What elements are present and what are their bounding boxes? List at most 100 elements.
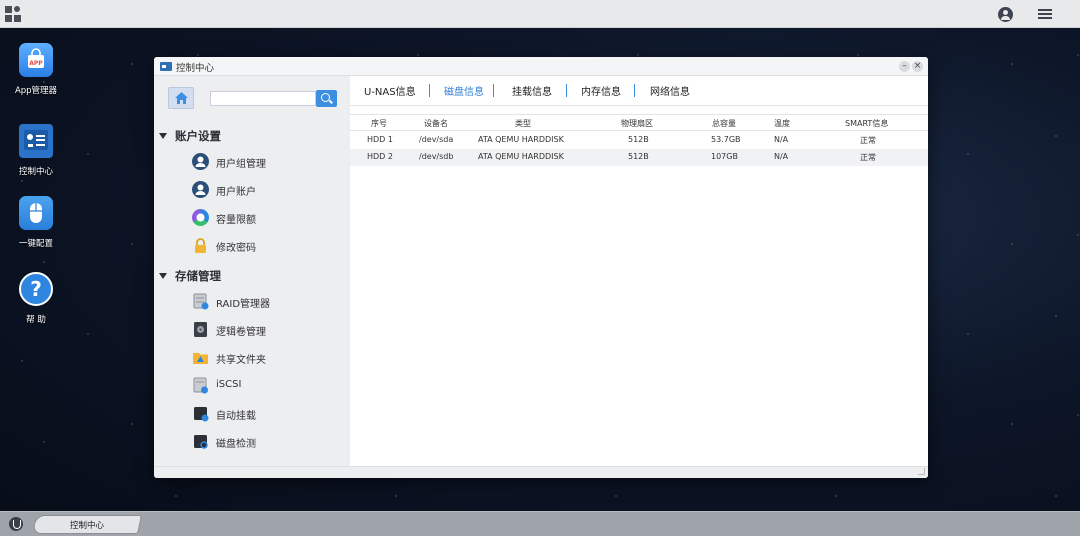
volume-icon <box>192 321 209 338</box>
table-cell: HDD 2 <box>367 152 393 161</box>
tab-divider <box>493 84 494 97</box>
chevron-down-icon <box>159 273 167 279</box>
table-cell: 53.7GB <box>711 135 741 144</box>
iscsi-icon <box>192 377 209 394</box>
tab-bar: U-NAS信息 磁盘信息 挂载信息 内存信息 网络信息 <box>350 76 928 106</box>
table-cell: N/A <box>774 135 789 144</box>
resize-handle[interactable] <box>918 468 925 475</box>
table-row[interactable]: HDD 2 /dev/sdb ATA QEMU HARDDISK 512B 10… <box>350 149 928 166</box>
sidebar-item-shared-folder[interactable]: 共享文件夹 <box>192 347 342 369</box>
column-header[interactable]: 序号 <box>371 118 387 129</box>
table-cell: 512B <box>628 152 649 161</box>
control-center-window: 控制中心 – × 账户设置 用户组管理 用户账户 容量限额 修改密码 存储管理 … <box>154 57 928 478</box>
table-cell: N/A <box>774 152 789 161</box>
tab-disk-info[interactable]: 磁盘信息 <box>444 83 484 98</box>
tab-divider <box>634 84 635 97</box>
table-header: 序号 设备名 类型 物理扇区 总容量 温度 SMART信息 <box>350 114 928 131</box>
svg-text:?: ? <box>30 277 42 301</box>
column-header[interactable]: 设备名 <box>424 118 448 129</box>
search-button[interactable] <box>316 90 337 107</box>
table-cell: /dev/sdb <box>419 152 454 161</box>
sidebar-item-label: 用户组管理 <box>216 159 266 170</box>
tab-network-info[interactable]: 网络信息 <box>650 83 690 98</box>
column-header[interactable]: SMART信息 <box>845 118 888 129</box>
app-store-icon: APP <box>19 43 53 77</box>
control-panel-icon <box>160 62 172 71</box>
desktop-icon-control-center[interactable]: 控制中心 <box>0 124 72 177</box>
table-row[interactable]: HDD 1 /dev/sda ATA QEMU HARDDISK 512B 53… <box>350 132 928 149</box>
sidebar-item-label: 磁盘检测 <box>216 439 256 450</box>
user-account-icon <box>192 181 209 198</box>
raid-icon <box>192 293 209 310</box>
svg-text:APP: APP <box>29 60 43 67</box>
column-header[interactable]: 总容量 <box>712 118 736 129</box>
table-cell: HDD 1 <box>367 135 393 144</box>
sidebar-item-label: 共享文件夹 <box>216 355 266 366</box>
top-bar <box>0 0 1080 28</box>
apps-grid-icon[interactable] <box>5 6 21 22</box>
section-account-settings[interactable]: 账户设置 <box>159 128 221 144</box>
disk-check-icon <box>192 433 209 450</box>
main-content: U-NAS信息 磁盘信息 挂载信息 内存信息 网络信息 序号 设备名 类型 物理… <box>350 76 928 478</box>
start-menu-icon[interactable] <box>9 517 23 531</box>
column-header[interactable]: 物理扇区 <box>621 118 653 129</box>
table-cell: 512B <box>628 135 649 144</box>
section-label: 账户设置 <box>175 129 221 143</box>
mouse-icon <box>19 196 53 230</box>
window-title: 控制中心 <box>176 63 215 74</box>
automount-icon <box>192 405 209 422</box>
desktop-icon-help[interactable]: ? 帮 助 <box>0 272 72 325</box>
sidebar-item-change-password[interactable]: 修改密码 <box>192 235 342 257</box>
minimize-button[interactable]: – <box>899 61 910 72</box>
taskbar: 控制中心 <box>0 511 1080 536</box>
window-titlebar[interactable]: 控制中心 – × <box>154 57 928 76</box>
search-input[interactable] <box>210 91 316 106</box>
table-cell: 正常 <box>860 153 876 162</box>
sidebar-item-user-groups[interactable]: 用户组管理 <box>192 151 342 173</box>
sidebar-item-automount[interactable]: 自动挂载 <box>192 403 342 425</box>
table-cell: 正常 <box>860 136 876 145</box>
tab-divider <box>566 84 567 97</box>
home-button[interactable] <box>168 87 194 109</box>
sidebar-item-label: 修改密码 <box>216 243 256 254</box>
sidebar-item-label: 用户账户 <box>216 187 256 198</box>
section-storage-management[interactable]: 存储管理 <box>159 268 221 284</box>
sidebar-item-quota[interactable]: 容量限额 <box>192 207 342 229</box>
table-cell: ATA QEMU HARDDISK <box>478 135 564 144</box>
desktop-icon-label: 一键配置 <box>18 239 53 249</box>
desktop-icon-label: App管理器 <box>14 86 58 96</box>
tab-mount-info[interactable]: 挂载信息 <box>512 83 552 98</box>
sidebar-item-disk-check[interactable]: 磁盘检测 <box>192 431 342 453</box>
tab-unas-info[interactable]: U-NAS信息 <box>364 83 416 98</box>
close-button[interactable]: × <box>912 61 923 72</box>
column-header[interactable]: 类型 <box>515 118 531 129</box>
section-label: 存储管理 <box>175 269 221 283</box>
sidebar-item-user-accounts[interactable]: 用户账户 <box>192 179 342 201</box>
desktop-icon-app-manager[interactable]: APP App管理器 <box>0 43 72 96</box>
tab-divider <box>429 84 430 97</box>
desktop-icon-label: 帮 助 <box>26 315 46 325</box>
sidebar-item-label: iSCSI <box>216 379 242 390</box>
quota-icon <box>192 209 209 226</box>
taskbar-item-label: 控制中心 <box>69 521 104 531</box>
desktop-icon-one-click-config[interactable]: 一键配置 <box>0 196 72 249</box>
control-panel-icon <box>19 124 53 158</box>
sidebar-item-iscsi[interactable]: iSCSI <box>192 375 342 397</box>
lock-icon <box>192 237 209 254</box>
shared-folder-icon <box>192 349 209 366</box>
sidebar-item-label: 自动挂载 <box>216 411 256 422</box>
chevron-down-icon <box>159 133 167 139</box>
menu-list-icon[interactable] <box>1038 9 1052 20</box>
home-icon <box>175 92 188 104</box>
table-cell: /dev/sda <box>419 135 454 144</box>
sidebar-item-logical-volume[interactable]: 逻辑卷管理 <box>192 319 342 341</box>
sidebar-item-label: RAID管理器 <box>216 299 271 310</box>
window-status-bar <box>154 466 928 478</box>
tab-memory-info[interactable]: 内存信息 <box>581 83 621 98</box>
sidebar-item-label: 容量限额 <box>216 215 256 226</box>
user-icon[interactable] <box>998 7 1013 22</box>
column-header[interactable]: 温度 <box>774 118 790 129</box>
help-icon: ? <box>19 272 53 306</box>
sidebar-item-raid[interactable]: RAID管理器 <box>192 291 342 313</box>
table-cell: 107GB <box>711 152 738 161</box>
